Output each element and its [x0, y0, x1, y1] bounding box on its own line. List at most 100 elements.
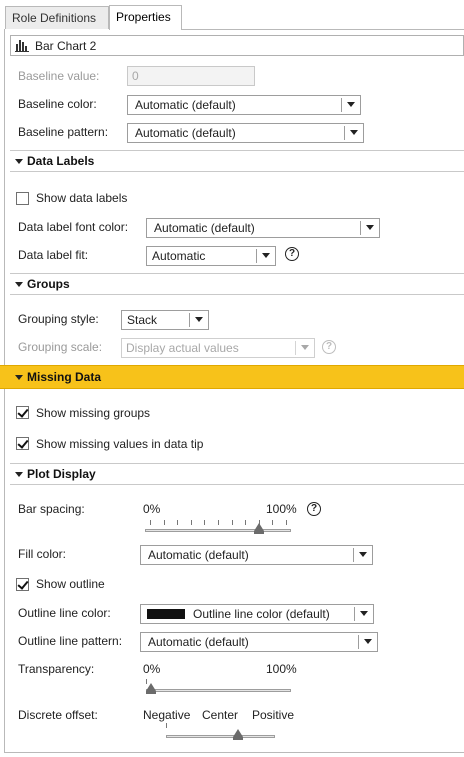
baseline-color-dropdown[interactable]: Automatic (default) — [127, 95, 361, 115]
baseline-value-text: 0 — [132, 69, 139, 83]
slider-tick — [164, 520, 165, 525]
section-missing-data[interactable]: Missing Data — [0, 365, 464, 389]
dropdown-separator — [344, 126, 345, 140]
slider-tick — [204, 520, 205, 525]
object-name: Bar Chart 2 — [35, 39, 97, 53]
collapse-triangle-icon — [15, 282, 23, 287]
baseline-pattern-dropdown[interactable]: Automatic (default) — [127, 123, 364, 143]
slider-track — [145, 529, 291, 532]
slider-tick — [177, 520, 178, 525]
slider-tick — [286, 520, 287, 525]
transparency-max: 100% — [266, 662, 297, 676]
dropdown-separator — [358, 635, 359, 649]
outline-pattern-label: Outline line pattern: — [18, 634, 123, 648]
show-data-labels-checkbox[interactable] — [16, 192, 29, 205]
slider-track — [166, 735, 275, 738]
data-label-font-color-label: Data label font color: — [18, 220, 129, 234]
collapse-triangle-icon — [15, 375, 23, 380]
panel-left-border — [4, 29, 5, 753]
fill-color-dropdown[interactable]: Automatic (default) — [140, 545, 373, 565]
collapse-triangle-icon — [15, 472, 23, 477]
fill-color-value: Automatic (default) — [148, 548, 249, 562]
baseline-value-input[interactable]: 0 — [127, 66, 255, 86]
dropdown-separator — [256, 249, 257, 263]
bar-spacing-label: Bar spacing: — [18, 502, 85, 516]
fill-color-label: Fill color: — [18, 547, 67, 561]
bar-spacing-slider[interactable] — [145, 517, 291, 539]
section-data-labels[interactable]: Data Labels — [10, 150, 464, 172]
show-missing-values-label: Show missing values in data tip — [36, 437, 204, 451]
slider-thumb[interactable] — [146, 683, 156, 694]
offset-positive-label: Positive — [252, 708, 295, 722]
show-missing-groups-checkbox[interactable] — [16, 406, 29, 419]
grouping-style-dropdown[interactable]: Stack — [121, 310, 209, 330]
slider-tick — [245, 520, 246, 525]
outline-pattern-dropdown[interactable]: Automatic (default) — [140, 632, 378, 652]
chevron-down-icon — [350, 130, 358, 135]
chevron-down-icon — [301, 345, 309, 350]
transparency-min: 0% — [143, 662, 161, 676]
dropdown-separator — [354, 607, 355, 621]
section-plot-display[interactable]: Plot Display — [10, 463, 464, 485]
slider-tick — [272, 520, 273, 525]
grouping-style-value: Stack — [127, 313, 158, 327]
tab-bar: Role Definitions Properties — [0, 0, 464, 30]
dropdown-separator — [295, 341, 296, 355]
slider-track — [146, 689, 291, 692]
section-title: Groups — [27, 277, 70, 291]
transparency-slider[interactable] — [146, 679, 291, 699]
grouping-scale-dropdown[interactable]: Display actual values — [121, 338, 315, 358]
checkmark-icon — [17, 578, 29, 590]
help-icon[interactable]: ? — [285, 247, 299, 261]
object-selector[interactable]: Bar Chart 2 — [10, 35, 464, 56]
section-title: Missing Data — [27, 370, 102, 384]
collapse-triangle-icon — [15, 159, 23, 164]
baseline-value-label: Baseline value: — [18, 69, 100, 83]
checkmark-icon — [17, 406, 29, 418]
chevron-down-icon — [366, 225, 374, 230]
data-label-font-color-value: Automatic (default) — [154, 221, 255, 235]
outline-color-value: Outline line color (default) — [193, 607, 330, 621]
bar-spacing-min: 0% — [143, 502, 161, 516]
baseline-pattern-label: Baseline pattern: — [18, 125, 109, 139]
slider-thumb[interactable] — [254, 523, 264, 534]
chevron-down-icon — [195, 317, 203, 322]
help-icon[interactable]: ? — [322, 340, 336, 354]
color-swatch — [147, 609, 185, 619]
baseline-color-value: Automatic (default) — [135, 98, 236, 112]
discrete-offset-slider[interactable] — [166, 723, 275, 745]
slider-thumb[interactable] — [233, 729, 243, 740]
grouping-scale-label: Grouping scale: — [18, 340, 103, 354]
checkmark-icon — [17, 437, 29, 449]
offset-negative-label: Negative — [143, 708, 191, 722]
baseline-color-label: Baseline color: — [18, 97, 97, 111]
grouping-style-label: Grouping style: — [18, 312, 99, 326]
data-label-font-color-dropdown[interactable]: Automatic (default) — [146, 218, 380, 238]
bar-chart-icon — [15, 40, 29, 52]
outline-color-label: Outline line color: — [18, 606, 111, 620]
help-icon[interactable]: ? — [307, 502, 321, 516]
outline-color-dropdown[interactable]: Outline line color (default) — [140, 604, 374, 624]
slider-tick — [166, 723, 167, 728]
slider-tick — [150, 520, 151, 525]
offset-center-label: Center — [202, 708, 239, 722]
tab-properties[interactable]: Properties — [109, 5, 182, 30]
tab-role-definitions[interactable]: Role Definitions — [5, 6, 109, 29]
show-data-labels-label: Show data labels — [36, 191, 128, 205]
tab-underline — [182, 29, 464, 30]
chevron-down-icon — [364, 639, 372, 644]
slider-tick — [218, 520, 219, 525]
dropdown-separator — [341, 98, 342, 112]
show-outline-label: Show outline — [36, 577, 105, 591]
section-groups[interactable]: Groups — [10, 273, 464, 295]
show-outline-checkbox[interactable] — [16, 578, 29, 591]
data-label-fit-label: Data label fit: — [18, 248, 89, 262]
outline-pattern-value: Automatic (default) — [148, 635, 249, 649]
show-missing-values-checkbox[interactable] — [16, 437, 29, 450]
panel-bottom-border — [4, 752, 464, 753]
grouping-scale-value: Display actual values — [126, 341, 239, 355]
transparency-label: Transparency: — [18, 662, 95, 676]
data-label-fit-value: Automatic — [152, 249, 206, 263]
dropdown-separator — [360, 221, 361, 235]
data-label-fit-dropdown[interactable]: Automatic — [146, 246, 276, 266]
